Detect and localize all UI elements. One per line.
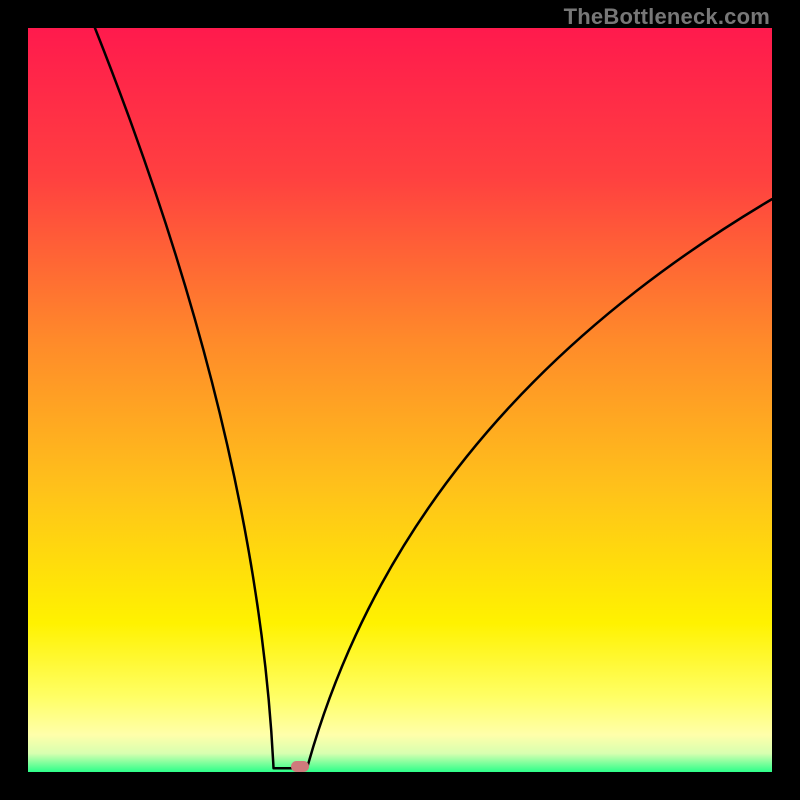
watermark-text: TheBottleneck.com <box>564 4 770 30</box>
bottleneck-curve <box>28 28 772 772</box>
minimum-marker <box>291 761 309 772</box>
plot-area <box>28 28 772 772</box>
chart-frame: TheBottleneck.com <box>0 0 800 800</box>
